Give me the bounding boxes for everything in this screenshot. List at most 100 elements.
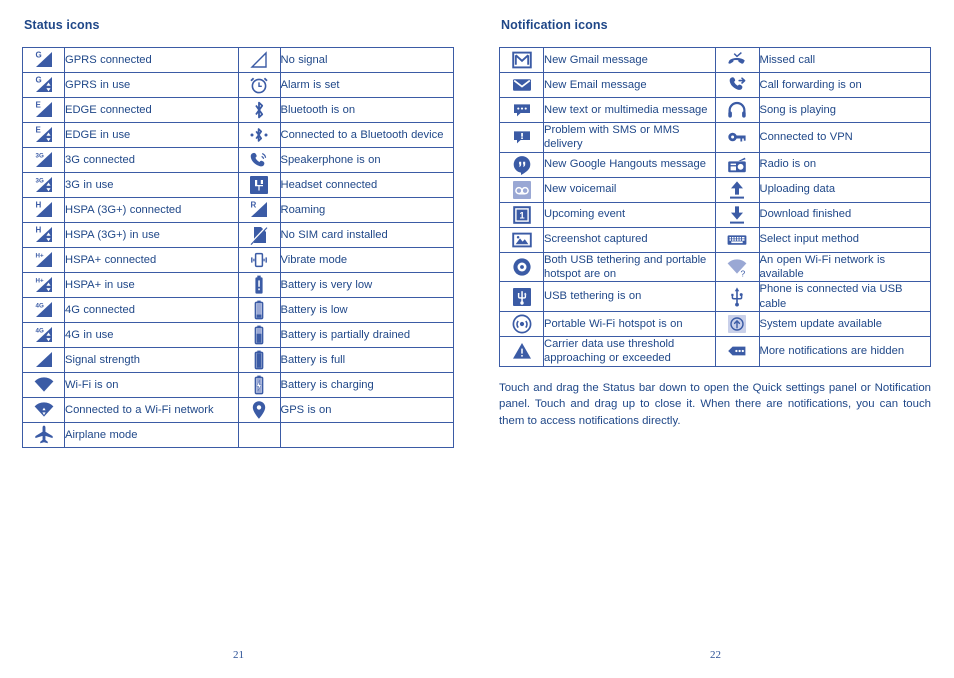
icon-description: 4G connected xyxy=(64,297,239,323)
icon-description: Roaming xyxy=(279,197,454,223)
voicemail-icon xyxy=(510,178,534,202)
icon-description: Battery is charging xyxy=(279,372,454,398)
vpn-key-icon-cell xyxy=(714,122,760,153)
svg-text:R: R xyxy=(251,201,257,210)
svg-text:H+: H+ xyxy=(35,278,43,285)
svg-text:H: H xyxy=(35,226,41,235)
headphones-icon xyxy=(725,98,749,122)
icon-description: New text or multimedia message xyxy=(543,97,716,123)
radio-icon-cell xyxy=(714,151,760,178)
table-row: 3G 3G connected Speakerphone is on xyxy=(22,147,454,173)
bluetooth-connected-icon xyxy=(247,123,271,147)
speakerphone-icon-cell xyxy=(237,147,281,173)
wifi-connected-icon xyxy=(32,398,56,422)
table-row: H+ HSPA+ in use Battery is very low xyxy=(22,272,454,298)
table-row: Both USB tethering and portable hotspot … xyxy=(499,251,931,283)
voicemail-icon-cell xyxy=(499,176,544,203)
hspa-plus-connected-icon-cell: H+ xyxy=(22,247,65,273)
icon-description: Speakerphone is on xyxy=(279,147,454,173)
svg-text:?: ? xyxy=(741,268,746,278)
3g-connected-icon-cell: 3G xyxy=(22,147,65,173)
icon-description: GPRS connected xyxy=(64,47,239,73)
table-row: H+ HSPA+ connected Vibrate mode xyxy=(22,247,454,273)
table-row: G GPRS connected No signal xyxy=(22,47,454,73)
icon-description: Battery is low xyxy=(279,297,454,323)
sms-problem-icon xyxy=(510,125,534,149)
4g-connected-icon: 4G xyxy=(32,298,56,322)
vpn-key-icon xyxy=(725,125,749,149)
icon-description: New Gmail message xyxy=(543,47,716,73)
more-notifications-icon-cell xyxy=(714,335,760,367)
icon-description: Missed call xyxy=(758,47,931,73)
email-icon xyxy=(510,73,534,97)
table-row: Connected to a Wi-Fi network GPS is on xyxy=(22,397,454,423)
speakerphone-icon xyxy=(247,148,271,172)
svg-text:H+: H+ xyxy=(35,253,43,260)
svg-text:3G: 3G xyxy=(35,178,43,185)
icon-description: Phone is connected via USB cable xyxy=(758,281,931,312)
icon-description: New Google Hangouts message xyxy=(543,151,716,178)
upload-icon-cell xyxy=(714,176,760,203)
gprs-in-use-icon-cell: G xyxy=(22,72,65,98)
notification-icons-column: Notification icons New Gmail message Miss… xyxy=(477,0,954,678)
alarm-icon xyxy=(247,73,271,97)
table-row: New text or multimedia message Song is pl… xyxy=(499,97,931,123)
hangouts-icon xyxy=(510,153,534,177)
notification-icons-heading: Notification icons xyxy=(501,18,608,32)
icon-description: EDGE in use xyxy=(64,122,239,148)
usb-cable-icon-cell xyxy=(714,281,760,312)
table-row: E EDGE in use Connected to a Bluetooth dev… xyxy=(22,122,454,148)
4g-in-use-icon: 4G xyxy=(32,323,56,347)
keyboard-icon xyxy=(725,228,749,252)
icon-description: Select input method xyxy=(758,226,931,253)
hspa-connected-icon-cell: H xyxy=(22,197,65,223)
3g-in-use-icon-cell: 3G xyxy=(22,172,65,198)
icon-description: Uploading data xyxy=(758,176,931,203)
icon-description: Radio is on xyxy=(758,151,931,178)
system-update-icon-cell xyxy=(714,310,760,337)
no-sim-card-icon-cell xyxy=(237,222,281,248)
icon-description: Headset connected xyxy=(279,172,454,198)
gprs-connected-icon-cell: G xyxy=(22,47,65,73)
battery-charging-icon-cell xyxy=(237,372,281,398)
table-row: Airplane mode xyxy=(22,422,454,448)
icon-description: HSPA (3G+) connected xyxy=(64,197,239,223)
table-row: Screenshot captured Select input method xyxy=(499,226,931,253)
download-icon xyxy=(725,203,749,227)
icon-description: Battery is partially drained xyxy=(279,322,454,348)
keyboard-icon-cell xyxy=(714,226,760,253)
table-row: G GPRS in use Alarm is set xyxy=(22,72,454,98)
vibrate-icon xyxy=(247,248,271,272)
data-warning-icon xyxy=(510,339,534,363)
upload-icon xyxy=(725,178,749,202)
table-row: Portable Wi-Fi hotspot is on System updat… xyxy=(499,310,931,337)
status-icons-table: G GPRS connected No signal G GPRS in use Alar… xyxy=(22,47,454,448)
battery-partial-icon-cell xyxy=(237,322,281,348)
page-number-right: 22 xyxy=(710,649,721,661)
battery-full-icon-cell xyxy=(237,347,281,373)
icon-description: An open Wi-Fi network is available xyxy=(758,251,931,283)
airplane-mode-icon-cell xyxy=(22,422,65,448)
no-sim-card-icon xyxy=(247,223,271,247)
sms-message-icon xyxy=(510,98,534,122)
icon-description: Connected to a Bluetooth device xyxy=(279,122,454,148)
icon-description: Vibrate mode xyxy=(279,247,454,273)
icon-description: Carrier data use threshold approaching o… xyxy=(543,335,716,367)
icon-description: Song is playing xyxy=(758,97,931,123)
icon-description: Download finished xyxy=(758,201,931,228)
svg-text:G: G xyxy=(35,76,41,85)
icon-description: Connected to a Wi-Fi network xyxy=(64,397,239,423)
battery-very-low-icon xyxy=(247,273,271,297)
calendar-event-icon: 1 xyxy=(510,203,534,227)
manual-page-spread: Status icons G GPRS connected No signal G GP… xyxy=(0,0,954,678)
icon-description: Call forwarding is on xyxy=(758,72,931,98)
table-row: 1 Upcoming event Download finished xyxy=(499,201,931,228)
bluetooth-icon xyxy=(247,98,271,122)
icon-description: Wi-Fi is on xyxy=(64,372,239,398)
icon-description: 3G in use xyxy=(64,172,239,198)
wifi-on-icon-cell xyxy=(22,372,65,398)
icon-description: Battery is full xyxy=(279,347,454,373)
icon-description: 4G in use xyxy=(64,322,239,348)
icon-description: Problem with SMS or MMS delivery xyxy=(543,122,716,153)
table-row: Problem with SMS or MMS delivery Connecte… xyxy=(499,122,931,153)
